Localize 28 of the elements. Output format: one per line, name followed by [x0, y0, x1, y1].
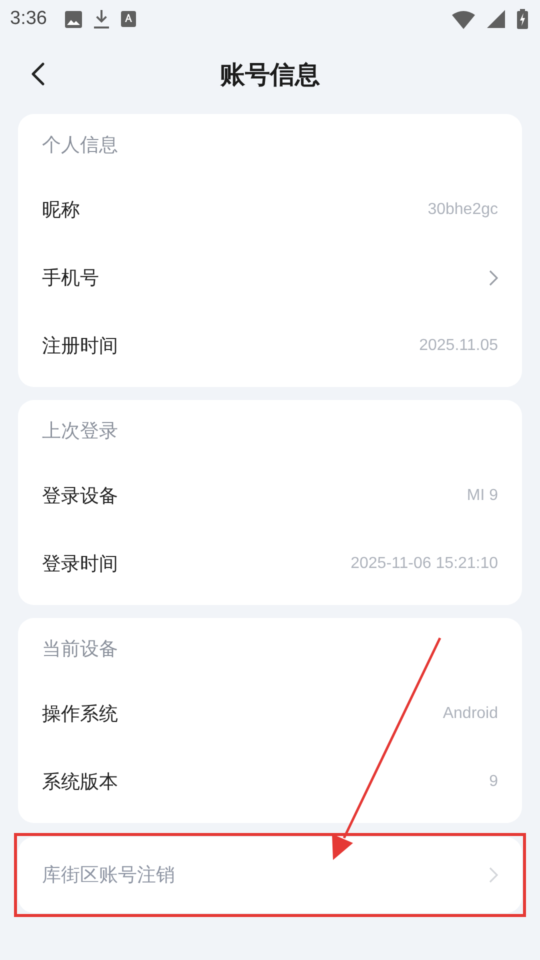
- row-label: 系统版本: [42, 770, 119, 795]
- deregister-row[interactable]: 库街区账号注销: [18, 837, 522, 913]
- row-label: 昵称: [42, 198, 81, 223]
- row-label: 操作系统: [42, 702, 119, 727]
- chevron-icon[interactable]: [489, 270, 498, 286]
- page-title: 账号信息: [220, 58, 320, 90]
- row-label: 手机号: [42, 266, 100, 291]
- section-title: 个人信息: [42, 133, 118, 158]
- section-title: 上次登录: [42, 419, 118, 444]
- status-time: 3:36: [10, 8, 47, 30]
- section-title: 当前设备: [42, 637, 118, 662]
- signal-icon: [487, 10, 505, 28]
- chevron-icon: [489, 867, 498, 883]
- download-icon: [94, 10, 109, 28]
- row-value: 2025-11-06 15:21:10: [350, 555, 498, 573]
- row-label: 登录时间: [42, 552, 119, 577]
- row-value: MI 9: [466, 487, 498, 505]
- row-label: 登录设备: [42, 484, 119, 509]
- row-label: 注册时间: [42, 334, 119, 359]
- row-value: 2025.11.05: [419, 337, 498, 355]
- row-value: 9: [489, 773, 498, 791]
- wifi-icon: [452, 10, 475, 28]
- row-value: 30bhe2gc: [428, 201, 498, 219]
- back-icon[interactable]: [31, 62, 45, 86]
- row-value: Android: [442, 705, 498, 723]
- battery-charging-icon: [517, 9, 528, 29]
- font-icon: [120, 11, 136, 27]
- image-icon: [64, 10, 82, 28]
